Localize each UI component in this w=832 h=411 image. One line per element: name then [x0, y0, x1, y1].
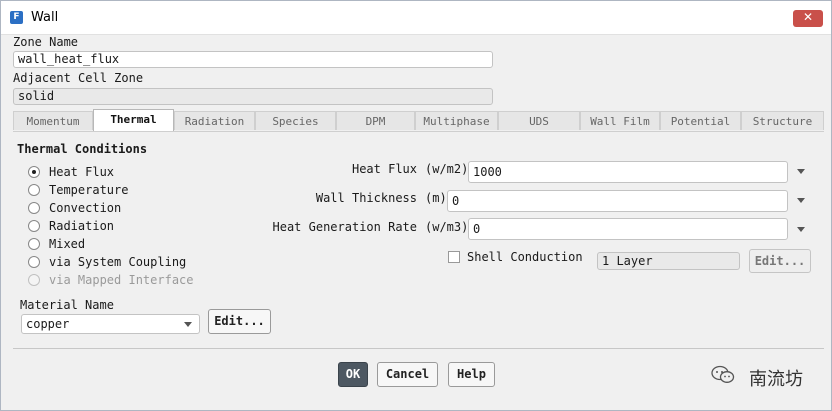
wall-thickness-unit: (m)	[425, 191, 447, 205]
radio-label: Temperature	[49, 183, 129, 197]
tab-momentum[interactable]: Momentum	[13, 111, 93, 130]
tab-wall-film[interactable]: Wall Film	[580, 111, 660, 130]
radio-button[interactable]	[28, 166, 40, 178]
tab-species[interactable]: Species	[255, 111, 336, 130]
heat-generation-rate-dropdown-icon[interactable]	[797, 227, 805, 232]
radio-label: via System Coupling	[49, 255, 187, 269]
radio-button[interactable]	[28, 256, 40, 268]
tab-potential[interactable]: Potential	[660, 111, 741, 130]
radio-label: Radiation	[49, 219, 115, 233]
material-select[interactable]: copper	[21, 314, 200, 334]
shell-conduction-label: Shell Conduction	[467, 250, 583, 264]
zone-name-input[interactable]: wall_heat_flux	[13, 51, 493, 68]
tab-radiation[interactable]: Radiation	[174, 111, 255, 130]
radio-button[interactable]	[28, 220, 40, 232]
heat-generation-rate-label: Heat Generation Rate	[272, 220, 418, 234]
heat-generation-rate-input[interactable]: 0	[468, 218, 788, 240]
thermal-conditions-title: Thermal Conditions	[17, 142, 148, 156]
radio-button	[28, 274, 40, 286]
separator	[13, 348, 824, 349]
adjacent-cell-zone-field: solid	[13, 88, 493, 105]
ok-button[interactable]: OK	[338, 362, 368, 387]
tab-dpm[interactable]: DPM	[336, 111, 415, 130]
heat-generation-rate-unit: (w/m3)	[425, 220, 469, 234]
wall-thickness-input[interactable]: 0	[447, 190, 788, 212]
radio-label: Convection	[49, 201, 122, 215]
tab-structure[interactable]: Structure	[741, 111, 824, 130]
tab-bar: Momentum Thermal Radiation Species DPM M…	[13, 109, 824, 131]
heat-flux-dropdown-icon[interactable]	[797, 169, 805, 174]
close-button[interactable]: ✕	[793, 10, 823, 27]
tab-thermal[interactable]: Thermal	[93, 109, 174, 131]
material-edit-button[interactable]: Edit...	[208, 309, 271, 334]
heat-flux-label: Heat Flux	[351, 162, 417, 176]
cancel-button[interactable]: Cancel	[377, 362, 438, 387]
radio-label: via Mapped Interface	[49, 273, 194, 287]
radio-button[interactable]	[28, 202, 40, 214]
radio-button[interactable]	[28, 238, 40, 250]
radio-label: Heat Flux	[49, 165, 115, 179]
radio-button[interactable]	[28, 184, 40, 196]
heat-flux-input[interactable]: 1000	[468, 161, 788, 183]
shell-edit-button: Edit...	[749, 249, 811, 273]
tab-uds[interactable]: UDS	[498, 111, 580, 130]
window-title: Wall	[31, 10, 59, 25]
wall-dialog: F Wall ✕ Zone Name wall_heat_flux Adjace…	[0, 0, 832, 411]
adjacent-cell-zone-label: Adjacent Cell Zone	[13, 71, 144, 85]
heat-flux-unit: (w/m2)	[425, 162, 469, 176]
shell-conduction-checkbox[interactable]	[448, 251, 460, 263]
watermark-text: 南流坊	[749, 369, 803, 390]
zone-name-label: Zone Name	[13, 35, 79, 49]
help-button[interactable]: Help	[448, 362, 495, 387]
radio-label: Mixed	[49, 237, 86, 251]
shell-layers-field: 1 Layer	[597, 252, 740, 270]
tab-multiphase[interactable]: Multiphase	[415, 111, 498, 130]
chevron-down-icon[interactable]	[184, 322, 192, 327]
wall-thickness-label: Wall Thickness	[315, 191, 417, 205]
material-name-label: Material Name	[20, 298, 114, 312]
title-bar: F Wall ✕	[1, 1, 831, 35]
wall-thickness-dropdown-icon[interactable]	[797, 198, 805, 203]
wechat-icon	[711, 365, 735, 383]
app-icon: F	[10, 11, 23, 24]
